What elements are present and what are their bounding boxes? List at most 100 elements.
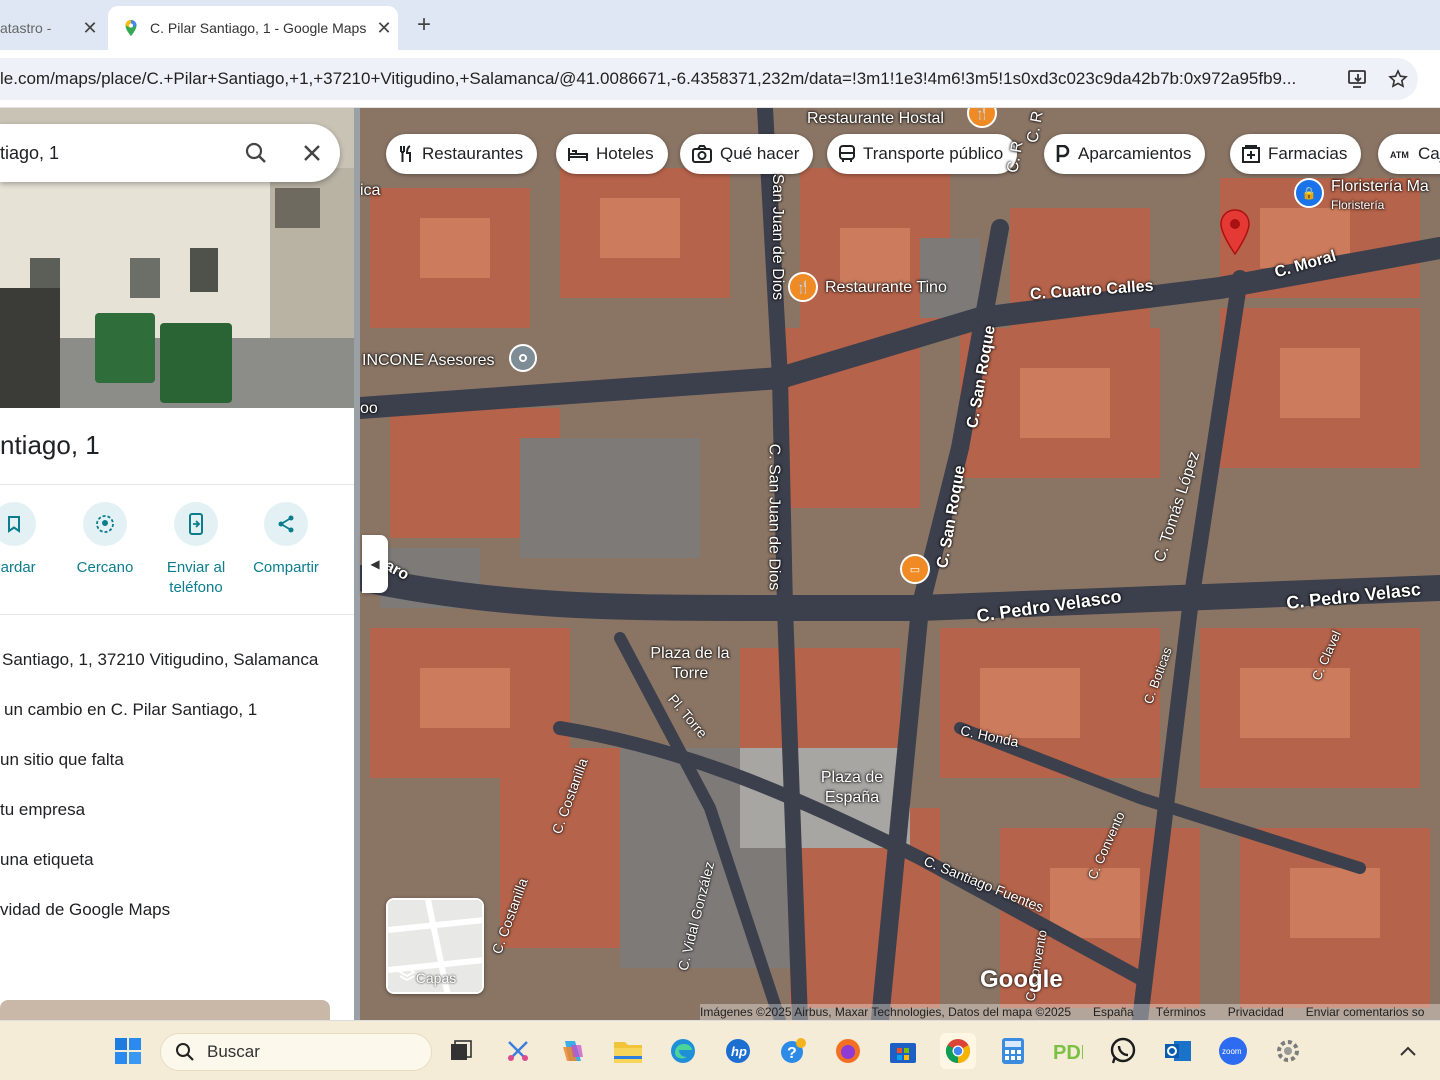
square-label-plaza-de-la-torre: Plaza de la Torre — [650, 645, 730, 682]
send-to-phone-button[interactable]: Enviar al teléfono — [151, 502, 241, 598]
place-label-floristeria[interactable]: Floristería Ma — [1331, 178, 1429, 196]
chip-label: Transporte público — [863, 144, 1004, 163]
close-tab-icon[interactable]: ✕ — [76, 18, 104, 39]
svg-text:?: ? — [787, 1045, 797, 1062]
chip-public-transport[interactable]: Transporte público — [827, 134, 1018, 174]
svg-text:ATM: ATM — [1390, 150, 1409, 160]
svg-text:zoom: zoom — [1222, 1047, 1242, 1056]
google-maps-favicon-icon — [125, 20, 137, 36]
nearby-button[interactable]: Cercano — [60, 502, 150, 578]
incone-marker[interactable] — [509, 344, 537, 372]
add-label-row[interactable]: una etiqueta — [0, 850, 94, 870]
add-business-row[interactable]: tu empresa — [0, 800, 85, 820]
settings-icon[interactable] — [1270, 1033, 1306, 1069]
hp-icon[interactable]: hp — [720, 1033, 756, 1069]
save-button[interactable]: uardar — [0, 502, 59, 578]
satellite-map[interactable]: Restaurantes Hoteles Qué hacer Transport… — [360, 108, 1440, 1020]
chip-label: Restaurantes — [422, 144, 524, 163]
copilot-icon[interactable] — [555, 1033, 591, 1069]
shop-marker[interactable]: ▭ — [900, 554, 930, 584]
url-text[interactable]: le.com/maps/place/C.+Pilar+Santiago,+1,+… — [0, 69, 1338, 89]
address-bar[interactable]: le.com/maps/place/C.+Pilar+Santiago,+1,+… — [0, 58, 1418, 100]
close-tab-icon[interactable]: ✕ — [370, 18, 398, 39]
photo-strip[interactable] — [0, 1000, 330, 1020]
tab-title: C. Pilar Santiago, 1 - Google Maps — [150, 20, 367, 36]
collapse-panel-button[interactable]: ◀ — [362, 535, 388, 593]
feedback-link[interactable]: Enviar comentarios so — [1306, 1005, 1425, 1019]
send-to-phone-label: Enviar al teléfono — [166, 559, 226, 596]
chip-atm[interactable]: ATM Caj — [1378, 134, 1440, 174]
chip-label: Aparcamientos — [1078, 144, 1192, 163]
fork-knife-icon: 🍴 — [974, 108, 990, 120]
maps-activity-row[interactable]: vidad de Google Maps — [0, 900, 170, 920]
windows-start-icon[interactable] — [110, 1033, 146, 1069]
street-label: San Juan de Dios — [769, 173, 787, 301]
divider — [0, 484, 354, 485]
chip-parking[interactable]: Aparcamientos — [1044, 134, 1206, 174]
chip-hotels[interactable]: Hoteles — [556, 134, 668, 174]
map-attribution: Imágenes ©2025 Airbus, Maxar Technologie… — [700, 1004, 1440, 1020]
bus-icon — [839, 145, 855, 162]
svg-text:PDF: PDF — [1053, 1042, 1083, 1064]
place-label-incone-asesores[interactable]: INCONE Asesores — [362, 352, 494, 370]
file-explorer-icon[interactable] — [610, 1033, 646, 1069]
action-buttons: uardar Cercano Enviar al teléfono Compar… — [0, 502, 354, 612]
attribution-text: Imágenes ©2025 Airbus, Maxar Technologie… — [700, 1005, 1072, 1019]
chevron-up-icon[interactable] — [1390, 1033, 1426, 1069]
square-label-plaza-de-espana: Plaza de España — [820, 769, 884, 806]
search-input[interactable]: tiago, 1 — [0, 143, 228, 164]
pdf-icon[interactable]: PDF — [1050, 1033, 1086, 1069]
chip-label: Qué hacer — [720, 144, 800, 163]
selected-place-pin-icon[interactable] — [1218, 208, 1252, 256]
fork-knife-icon: 🍴 — [795, 280, 811, 294]
tab-catastro[interactable]: atastro - ✕ — [0, 6, 104, 50]
share-button[interactable]: Compartir — [241, 502, 331, 578]
layers-button[interactable]: Capas — [386, 898, 484, 994]
browser-tab-bar: atastro - ✕ C. Pilar Santiago, 1 - Googl… — [0, 0, 1440, 50]
place-label-restaurante-tino[interactable]: Restaurante Tino — [825, 279, 947, 297]
taskbar-search-box[interactable]: Buscar — [160, 1033, 432, 1071]
chip-label: Farmacias — [1268, 144, 1348, 163]
whatsapp-icon[interactable] — [1105, 1033, 1141, 1069]
calculator-icon[interactable] — [995, 1033, 1031, 1069]
send-to-phone-icon — [174, 502, 218, 546]
divider — [0, 614, 354, 615]
snipping-tool-icon[interactable] — [500, 1033, 536, 1069]
place-label-restaurante-hostal[interactable]: Restaurante Hostal — [807, 110, 944, 128]
search-icon — [176, 1043, 194, 1061]
tab-title: atastro - — [0, 20, 52, 36]
chip-things-to-do[interactable]: Qué hacer — [680, 134, 814, 174]
outlook-icon[interactable] — [1160, 1033, 1196, 1069]
floristeria-marker[interactable]: 🔒 — [1294, 178, 1324, 208]
microsoft-store-icon[interactable] — [885, 1033, 921, 1069]
bookmark-star-icon[interactable] — [1378, 69, 1418, 89]
get-help-icon[interactable]: ? — [775, 1033, 811, 1069]
chrome-icon[interactable] — [940, 1033, 976, 1069]
shop-icon: ▭ — [909, 563, 921, 576]
restaurant-tino-marker[interactable]: 🍴 — [788, 272, 818, 302]
maps-search-box[interactable]: tiago, 1 — [0, 124, 340, 182]
street-label: oo — [360, 400, 378, 417]
edge-icon[interactable] — [665, 1033, 701, 1069]
tab-google-maps[interactable]: C. Pilar Santiago, 1 - Google Maps ✕ — [108, 6, 398, 50]
terms-link[interactable]: Términos — [1156, 1005, 1206, 1019]
chip-label: Caj — [1418, 144, 1440, 163]
category-chips: Restaurantes Hoteles Qué hacer Transport… — [386, 134, 1440, 174]
new-tab-button[interactable]: + — [410, 10, 438, 40]
firefox-icon[interactable] — [830, 1033, 866, 1069]
bed-icon — [568, 148, 588, 161]
zoom-icon[interactable]: zoom — [1215, 1033, 1251, 1069]
privacy-link[interactable]: Privacidad — [1228, 1005, 1284, 1019]
chip-pharmacies[interactable]: Farmacias — [1230, 134, 1362, 174]
google-logo: Google — [980, 966, 1063, 993]
chip-restaurants[interactable]: Restaurantes — [386, 134, 538, 174]
country-link[interactable]: España — [1093, 1005, 1134, 1019]
install-app-icon[interactable] — [1338, 69, 1378, 89]
add-missing-place-row[interactable]: un sitio que falta — [0, 750, 124, 770]
close-icon[interactable] — [284, 143, 340, 163]
search-icon[interactable] — [228, 141, 284, 165]
task-view-icon[interactable] — [443, 1033, 479, 1069]
chip-label: Hoteles — [596, 144, 654, 163]
address-row[interactable]: Santiago, 1, 37210 Vitigudino, Salamanca — [2, 650, 318, 670]
suggest-edit-row[interactable]: un cambio en C. Pilar Santiago, 1 — [4, 700, 257, 720]
